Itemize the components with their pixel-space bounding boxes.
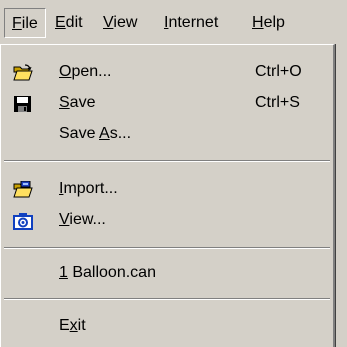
menu-edit-mnemonic: E [55,14,66,31]
menu-item-exit-label: Exit [59,311,86,341]
menu-item-recent-file-label: 1 Balloon.can [59,258,156,288]
save-label-mnemonic: S [59,94,70,111]
file-menu-dropdown: Open... Ctrl+O Save Ctrl+S Save As... Im… [0,44,335,347]
open-folder-icon [13,63,33,81]
menu-edit-rest: dit [65,14,83,31]
menu-file[interactable]: File [4,8,46,38]
menu-file-rest: ile [21,15,38,32]
exit-label-rest: it [77,317,86,334]
save-shortcut: Ctrl+S [255,94,300,111]
view-label-rest: iew... [69,211,106,228]
exit-label-mnemonic: x [69,317,78,334]
menu-internet[interactable]: Internet [157,8,225,38]
menu-item-view-label: View... [59,205,106,235]
save-label-rest: ave [69,94,96,111]
menu-item-open-label: Open... [59,57,111,87]
recent-label-mnemonic: 1 [59,264,68,281]
menu-view-rest: iew [113,14,138,31]
menu-item-import-label: Import... [59,174,118,204]
menu-help-rest: elp [263,14,285,31]
menu-item-exit[interactable]: Exit [1,311,332,341]
menu-item-open[interactable]: Open... Ctrl+O [1,57,332,87]
menu-internet-rest: nternet [168,14,219,31]
save-as-label-pre: Save [59,125,100,142]
floppy-disk-icon [13,94,33,112]
application-window: File Edit View Internet Help Open... Ctr… [0,0,347,347]
menu-help[interactable]: Help [245,8,292,38]
save-as-label-rest: s... [109,125,132,142]
menu-separator [4,247,330,249]
menu-item-recent-file[interactable]: 1 Balloon.can [1,258,332,288]
menu-item-import[interactable]: Import... [1,174,332,204]
menu-help-mnemonic: H [252,14,264,31]
open-label-mnemonic: O [59,63,72,80]
camera-icon [13,211,33,230]
menu-view[interactable]: View [96,8,144,38]
menu-separator [4,160,330,162]
menu-edit[interactable]: Edit [48,8,90,38]
menu-separator [4,298,330,300]
save-as-label-mnemonic: A [99,125,110,142]
menu-item-save-label: Save [59,88,95,118]
menu-view-mnemonic: V [103,14,114,31]
open-label-rest: pen... [71,63,112,80]
exit-label-pre: E [59,317,70,334]
menu-item-save-as-label: Save As... [59,119,131,149]
menu-item-view[interactable]: View... [1,205,332,235]
view-label-mnemonic: V [59,211,70,228]
import-folder-icon [13,180,33,198]
menu-item-save-as[interactable]: Save As... [1,119,332,149]
menu-bar: File Edit View Internet Help [0,0,347,45]
menu-file-mnemonic: F [12,15,22,32]
menu-item-save[interactable]: Save Ctrl+S [1,88,332,118]
recent-label-rest: Balloon.can [67,264,156,281]
open-shortcut: Ctrl+O [255,63,302,80]
import-label-rest: mport... [63,180,118,197]
